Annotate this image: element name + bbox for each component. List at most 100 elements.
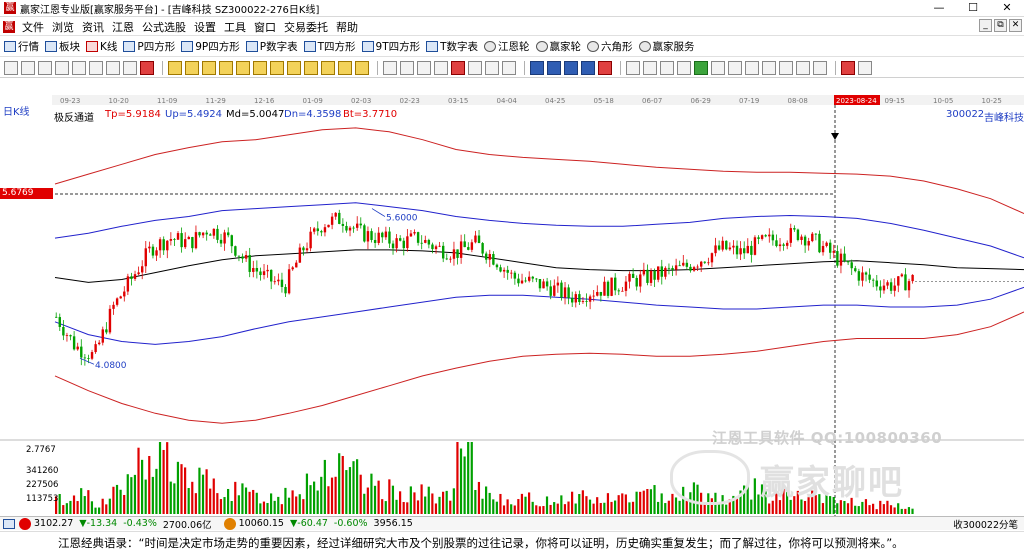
status-right-text[interactable]: 收300022分笔 xyxy=(953,517,1018,531)
menu-trade[interactable]: 交易委托 xyxy=(280,19,332,35)
toolbar-9p-square-button[interactable]: 9P四方形 xyxy=(181,39,240,54)
volume-bar xyxy=(381,499,384,514)
menu-settings[interactable]: 设置 xyxy=(190,19,220,35)
sz-index[interactable]: 10060.15 xyxy=(239,518,284,529)
menu-gann[interactable]: 江恩 xyxy=(108,19,138,35)
window-icon[interactable] xyxy=(728,60,742,75)
info-icon[interactable] xyxy=(779,60,793,75)
infinity-icon[interactable] xyxy=(858,60,872,75)
sh-amount: 2700.06亿 xyxy=(162,519,212,531)
volume-bar xyxy=(413,492,416,514)
toolbar-quotes-button[interactable]: 行情 xyxy=(4,39,39,54)
hand-icon[interactable] xyxy=(383,60,397,75)
export-icon[interactable] xyxy=(581,60,595,75)
tool-c-icon[interactable] xyxy=(304,60,318,75)
tool-d-icon[interactable] xyxy=(321,60,335,75)
chart-round-icon[interactable] xyxy=(841,60,855,75)
candle-body xyxy=(875,280,878,287)
toolbar-p-table-button[interactable]: P数字表 xyxy=(245,39,298,54)
toolbar-t-square-button[interactable]: T四方形 xyxy=(303,39,356,54)
menu-browse[interactable]: 浏览 xyxy=(48,19,78,35)
toolbar-t-table-button[interactable]: T数字表 xyxy=(426,39,478,54)
mdi-minimize-button[interactable]: _ xyxy=(979,19,992,32)
candle-body xyxy=(621,290,624,292)
menu-tools[interactable]: 工具 xyxy=(220,19,250,35)
volume-bar xyxy=(105,504,108,514)
calc-icon[interactable] xyxy=(643,60,657,75)
tool-b-icon[interactable] xyxy=(287,60,301,75)
toolbar-service-button[interactable]: 赢家服务 xyxy=(638,39,695,54)
tool-e-icon[interactable] xyxy=(338,60,352,75)
grid-tool-icon[interactable] xyxy=(468,60,482,75)
chart-type-icon[interactable] xyxy=(38,60,52,75)
sync-icon[interactable] xyxy=(796,60,810,75)
sh-index-icon xyxy=(19,517,31,530)
volume-bar xyxy=(327,486,330,514)
square-icon xyxy=(303,41,316,52)
volume-bar xyxy=(746,486,749,514)
toolbar-winner-wheel-button[interactable]: 赢家轮 xyxy=(535,39,581,54)
grid-status-icon[interactable] xyxy=(3,518,15,529)
zoom-in-icon[interactable] xyxy=(236,60,250,75)
alert-icon[interactable] xyxy=(598,60,612,75)
save-icon[interactable] xyxy=(530,60,544,75)
last-icon[interactable] xyxy=(219,60,233,75)
circle-tool-icon[interactable] xyxy=(485,60,499,75)
toolbar-p-square-button[interactable]: P四方形 xyxy=(123,39,175,54)
mdi-restore-button[interactable]: ⧉ xyxy=(994,19,1007,32)
crosshair-icon[interactable] xyxy=(400,60,414,75)
toolbar-kline-button[interactable]: K线 xyxy=(86,39,117,54)
list-icon[interactable] xyxy=(762,60,776,75)
candle-body xyxy=(664,267,667,277)
cycle-icon[interactable] xyxy=(123,60,137,75)
print-icon[interactable] xyxy=(564,60,578,75)
menu-bar: 赢 文件 浏览 资讯 江恩 公式选股 设置 工具 窗口 交易委托 帮助 xyxy=(0,18,1024,36)
adjust-icon[interactable] xyxy=(106,60,120,75)
first-icon[interactable] xyxy=(168,60,182,75)
candle-body xyxy=(886,282,889,286)
lock-icon[interactable] xyxy=(813,60,827,75)
menu-formula[interactable]: 公式选股 xyxy=(138,19,190,35)
open-icon[interactable] xyxy=(547,60,561,75)
zoom-out-icon[interactable] xyxy=(253,60,267,75)
fib-icon[interactable] xyxy=(434,60,448,75)
split-icon[interactable] xyxy=(745,60,759,75)
line-tool-icon[interactable] xyxy=(417,60,431,75)
chart-area[interactable]: 09-23 10-20 11-09 11-29 12-16 01-09 02-03 02-23… xyxy=(0,80,1024,516)
menu-file[interactable]: 文件 xyxy=(18,19,48,35)
candle-body xyxy=(62,326,65,336)
minimize-button[interactable]: — xyxy=(922,0,956,17)
candle-style-icon[interactable] xyxy=(55,60,69,75)
period-icon[interactable] xyxy=(4,60,18,75)
text-tool-icon[interactable] xyxy=(502,60,516,75)
candle-body xyxy=(402,240,405,249)
high-label-leader xyxy=(371,208,386,217)
bar-style-icon[interactable] xyxy=(72,60,86,75)
table-tool-icon[interactable] xyxy=(626,60,640,75)
volume-bar xyxy=(287,497,291,514)
sh-index[interactable]: 3102.27 xyxy=(34,518,73,529)
gann-fan-icon[interactable] xyxy=(451,60,465,75)
f10-icon[interactable] xyxy=(677,60,691,75)
kline-chart[interactable]: 09-23 10-20 11-09 11-29 12-16 01-09 02-03 02-23… xyxy=(0,80,1024,516)
menu-help[interactable]: 帮助 xyxy=(332,19,362,35)
menu-info[interactable]: 资讯 xyxy=(78,19,108,35)
news-icon[interactable] xyxy=(660,60,674,75)
tool-a-icon[interactable] xyxy=(270,60,284,75)
line-style-icon[interactable] xyxy=(89,60,103,75)
menu-window[interactable]: 窗口 xyxy=(250,19,280,35)
prev-icon[interactable] xyxy=(185,60,199,75)
toolbar-9t-square-button[interactable]: 9T四方形 xyxy=(361,39,420,54)
mark-icon[interactable] xyxy=(140,60,154,75)
next-icon[interactable] xyxy=(202,60,216,75)
refresh-icon[interactable] xyxy=(694,60,708,75)
tool-f-icon[interactable] xyxy=(355,60,369,75)
indicator-icon[interactable] xyxy=(21,60,35,75)
mdi-close-button[interactable]: ✕ xyxy=(1009,19,1022,32)
maximize-button[interactable]: ☐ xyxy=(956,0,990,17)
toolbar-hexagon-button[interactable]: 六角形 xyxy=(587,39,633,54)
layout-icon[interactable] xyxy=(711,60,725,75)
toolbar-gann-wheel-button[interactable]: 江恩轮 xyxy=(484,39,530,54)
close-button[interactable]: ✕ xyxy=(990,0,1024,17)
toolbar-sectors-button[interactable]: 板块 xyxy=(45,39,80,54)
